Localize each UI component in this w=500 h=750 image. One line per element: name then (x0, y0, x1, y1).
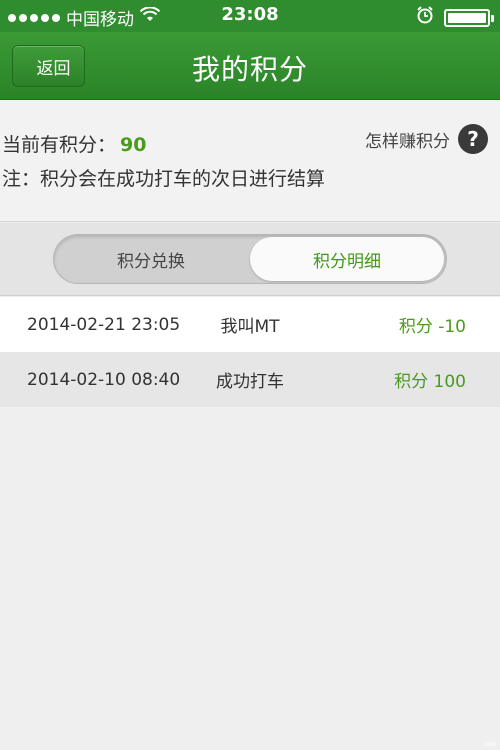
record-points: 积分 -10 (398, 317, 466, 337)
current-points: 当前有积分： 90 (2, 130, 146, 157)
watermark-logo (484, 742, 496, 746)
segmented-control: 积分兑换 积分明细 (53, 234, 447, 284)
nav-bar: 返回 我的积分 (0, 32, 500, 100)
list-item[interactable]: 2014-02-10 08:40 成功打车 积分 100 (0, 352, 500, 407)
how-to-earn-label: 怎样赚积分 (365, 131, 450, 152)
tab-points-exchange[interactable]: 积分兑换 (54, 235, 248, 283)
points-info: 当前有积分： 90 注：积分会在成功打车的次日进行结算 怎样赚积分 ? (0, 100, 500, 222)
alarm-icon (416, 6, 434, 29)
how-to-earn-link[interactable]: 怎样赚积分 ? (365, 124, 488, 154)
records-list: 2014-02-21 23:05 我叫MT 积分 -10 2014-02-10 … (0, 297, 500, 407)
settlement-note: 注：积分会在成功打车的次日进行结算 (2, 168, 326, 190)
list-item[interactable]: 2014-02-21 23:05 我叫MT 积分 -10 (0, 297, 500, 352)
tab-points-detail[interactable]: 积分明细 (250, 237, 444, 281)
points-value: 90 (120, 134, 147, 156)
battery-icon (444, 8, 494, 27)
tab-area: 积分兑换 积分明细 (0, 223, 500, 296)
battery-fill (448, 12, 486, 23)
help-icon[interactable]: ? (458, 124, 488, 154)
points-label: 当前有积分： (2, 134, 117, 156)
page-title: 我的积分 (191, 53, 308, 86)
status-right (416, 6, 494, 29)
status-bar: 中国移动 23:08 (0, 0, 500, 32)
record-points: 积分 100 (394, 372, 466, 392)
